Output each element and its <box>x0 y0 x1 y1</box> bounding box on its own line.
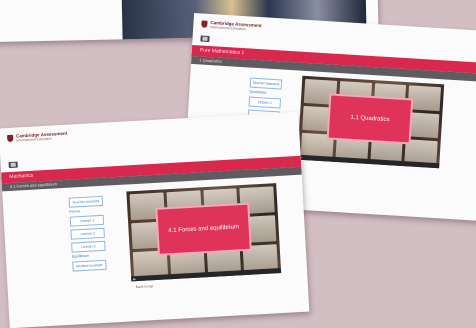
crest-icon <box>201 20 208 28</box>
video-title: 1.1 Quadratics <box>350 114 390 124</box>
nav-button-lesson-1[interactable]: Lesson 1 <box>248 96 282 109</box>
nav-button-worked-example[interactable]: Worked example <box>72 259 107 272</box>
back-button-icon[interactable] <box>200 35 210 43</box>
cambridge-logo: Cambridge Assessment International Educa… <box>201 19 262 32</box>
mechanics-screenshot-card: Cambridge Assessment International Educa… <box>0 111 310 328</box>
nav-button-teacher-sessions[interactable]: Teacher sessions <box>249 77 283 90</box>
section-title: 1 Quadratics <box>199 57 223 64</box>
lesson-nav: Teacher sessions Forces Lesson 1 Lesson … <box>68 193 107 272</box>
video-title: 4.1 Forces and equilibrium <box>168 224 240 235</box>
video-title-overlay: 1.1 Quadratics <box>328 95 412 143</box>
video-player[interactable]: 1.1 Quadratics <box>297 75 445 169</box>
course-title: Mechanics <box>9 172 34 181</box>
nav-group-label: Quadratics <box>249 89 267 95</box>
nav-button-lesson-1[interactable]: Lesson 1 <box>69 214 105 227</box>
play-icon[interactable] <box>133 278 137 281</box>
back-to-top-link[interactable]: Back to top <box>136 284 154 289</box>
nav-group-label-2: Equilibrium <box>71 253 90 259</box>
nav-button-teacher-sessions[interactable]: Teacher sessions <box>68 195 104 208</box>
back-button-icon[interactable] <box>8 161 18 169</box>
nav-button-lesson-3[interactable]: Lesson 3 <box>71 240 106 253</box>
video-player[interactable]: 4.1 Forces and equilibrium <box>126 183 282 282</box>
crest-icon <box>7 134 14 143</box>
video-title-overlay: 4.1 Forces and equilibrium <box>157 204 250 254</box>
section-title: 4.1 Forces and equilibrium <box>9 181 58 189</box>
nav-button-lesson-2[interactable]: Lesson 2 <box>70 227 105 240</box>
course-title: Pure Mathematics 1 <box>199 47 245 57</box>
cambridge-logo: Cambridge Assessment International Educa… <box>7 131 68 143</box>
nav-group-label: Forces <box>69 209 81 214</box>
